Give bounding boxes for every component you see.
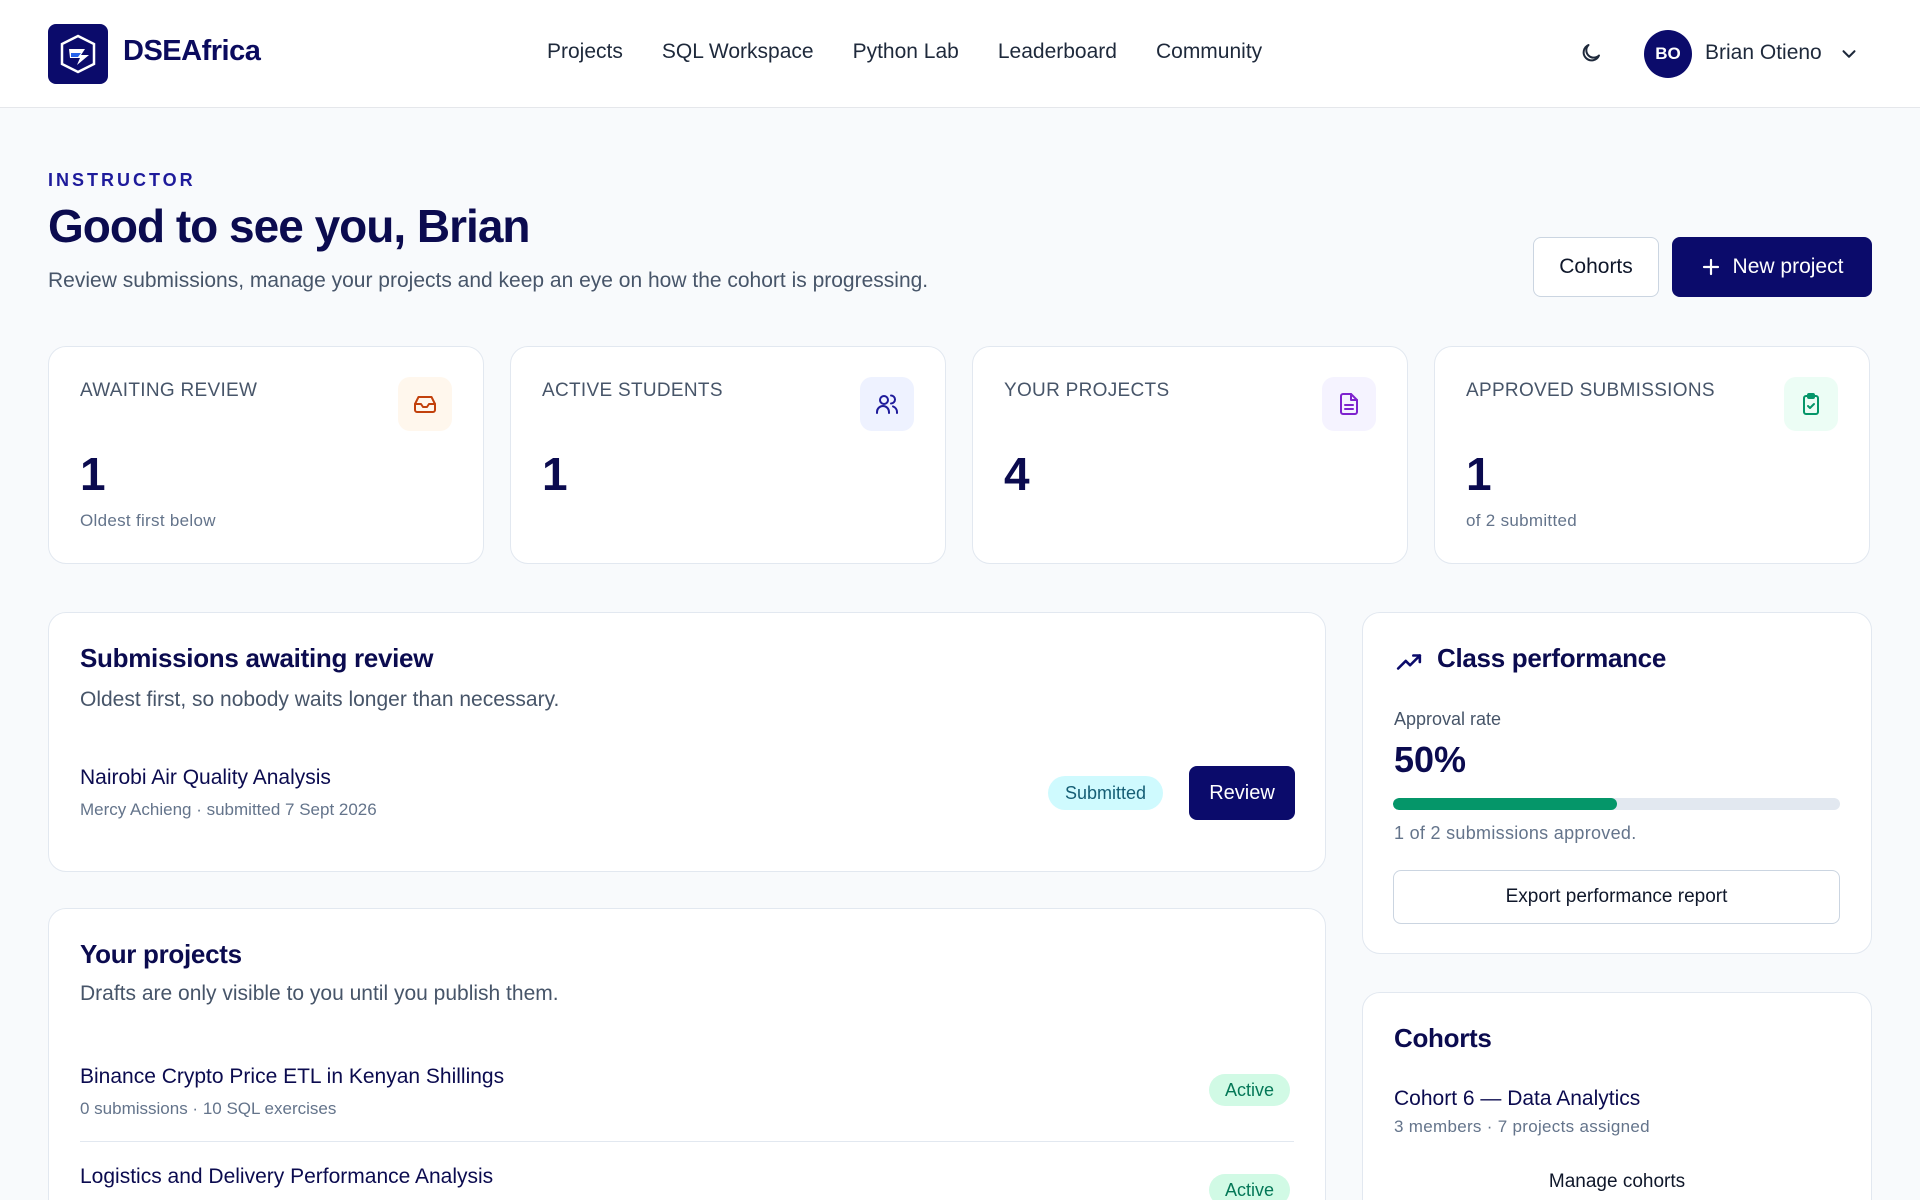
stat-value: 1	[542, 448, 568, 500]
page-title: Good to see you, Brian	[48, 200, 531, 252]
approval-caption: 1 of 2 submissions approved.	[1394, 823, 1637, 843]
status-badge-active: Active	[1209, 1174, 1291, 1200]
inbox-icon	[414, 396, 436, 413]
user-avatar[interactable]: BO	[1644, 30, 1692, 78]
brand-logo[interactable]	[48, 24, 108, 84]
stat-label: YOUR PROJECTS	[1004, 380, 1170, 401]
panel-title: Submissions awaiting review	[80, 643, 434, 673]
your-projects-panel: Your projects Drafts are only visible to…	[48, 908, 1326, 1200]
status-badge-active: Active	[1209, 1074, 1291, 1106]
panel-title: Your projects	[80, 939, 242, 969]
stat-value: 1	[1466, 448, 1492, 500]
file-text-icon	[1340, 393, 1358, 415]
stat-card-approved-submissions: APPROVED SUBMISSIONS 1 of 2 submitted	[1434, 346, 1870, 564]
page-subtitle: Review submissions, manage your projects…	[48, 269, 929, 292]
plus-icon	[1702, 258, 1719, 276]
project-title[interactable]: Logistics and Delivery Performance Analy…	[80, 1165, 493, 1189]
stat-card-your-projects: YOUR PROJECTS 4	[972, 346, 1408, 564]
nav-python-lab[interactable]: Python Lab	[853, 40, 959, 64]
status-badge-submitted: Submitted	[1048, 776, 1164, 810]
main-nav: Projects SQL Workspace Python Lab Leader…	[547, 40, 1262, 64]
theme-toggle-button[interactable]	[1576, 38, 1606, 68]
stat-label: AWAITING REVIEW	[80, 380, 258, 401]
trending-up-icon	[1396, 654, 1422, 670]
nav-community[interactable]: Community	[1156, 40, 1262, 64]
stat-label: APPROVED SUBMISSIONS	[1466, 380, 1715, 401]
moon-icon	[1582, 44, 1600, 62]
cohorts-panel: Cohorts Cohort 6 — Data Analytics 3 memb…	[1362, 992, 1872, 1200]
cohort-name[interactable]: Cohort 6 — Data Analytics	[1394, 1087, 1640, 1111]
stat-icon-wrap	[398, 377, 452, 431]
stat-value: 4	[1004, 448, 1030, 500]
nav-projects[interactable]: Projects	[547, 40, 623, 64]
review-button[interactable]: Review	[1189, 766, 1295, 820]
submission-meta: Mercy Achieng · submitted 7 Sept 2026	[80, 800, 377, 819]
approval-rate-label: Approval rate	[1394, 709, 1502, 729]
nav-sql-workspace[interactable]: SQL Workspace	[662, 40, 814, 64]
submission-title[interactable]: Nairobi Air Quality Analysis	[80, 766, 331, 790]
stat-icon-wrap	[860, 377, 914, 431]
approval-progress-fill	[1393, 798, 1617, 810]
top-navbar: DSEAfrica Projects SQL Workspace Python …	[0, 0, 1920, 108]
clipboard-check-icon	[1803, 393, 1819, 415]
stat-icon-wrap	[1322, 377, 1376, 431]
stat-card-awaiting-review: AWAITING REVIEW 1 Oldest first below	[48, 346, 484, 564]
new-project-button[interactable]: New project	[1672, 237, 1872, 297]
brand-name[interactable]: DSEAfrica	[123, 35, 261, 68]
project-meta: 0 submissions · 10 SQL exercises	[80, 1099, 337, 1118]
role-eyebrow: INSTRUCTOR	[48, 170, 196, 190]
approval-rate-value: 50%	[1394, 739, 1467, 780]
panel-subtitle: Drafts are only visible to you until you…	[80, 982, 559, 1005]
new-project-label: New project	[1732, 255, 1844, 278]
project-title[interactable]: Binance Crypto Price ETL in Kenyan Shill…	[80, 1065, 504, 1089]
panel-title: Cohorts	[1394, 1023, 1492, 1053]
manage-cohorts-link[interactable]: Manage cohorts	[1363, 1171, 1871, 1193]
stat-value: 1	[80, 448, 106, 500]
panel-title: Class performance	[1437, 643, 1667, 673]
stat-label: ACTIVE STUDENTS	[542, 380, 723, 401]
chevron-down-icon[interactable]	[1838, 43, 1860, 65]
stat-hint: of 2 submitted	[1466, 511, 1577, 530]
user-name[interactable]: Brian Otieno	[1705, 41, 1822, 65]
nav-leaderboard[interactable]: Leaderboard	[998, 40, 1117, 64]
cohort-meta: 3 members · 7 projects assigned	[1394, 1117, 1650, 1136]
approval-progress-bar	[1393, 798, 1840, 810]
awaiting-review-panel: Submissions awaiting review Oldest first…	[48, 612, 1326, 872]
users-icon	[876, 394, 898, 414]
cohorts-button[interactable]: Cohorts	[1533, 237, 1659, 297]
stat-icon-wrap	[1784, 377, 1838, 431]
shield-logo-icon	[60, 34, 96, 74]
panel-subtitle: Oldest first, so nobody waits longer tha…	[80, 688, 560, 711]
stat-card-active-students: ACTIVE STUDENTS 1	[510, 346, 946, 564]
export-report-button[interactable]: Export performance report	[1393, 870, 1840, 924]
stat-hint: Oldest first below	[80, 511, 216, 530]
row-divider	[80, 1141, 1294, 1142]
